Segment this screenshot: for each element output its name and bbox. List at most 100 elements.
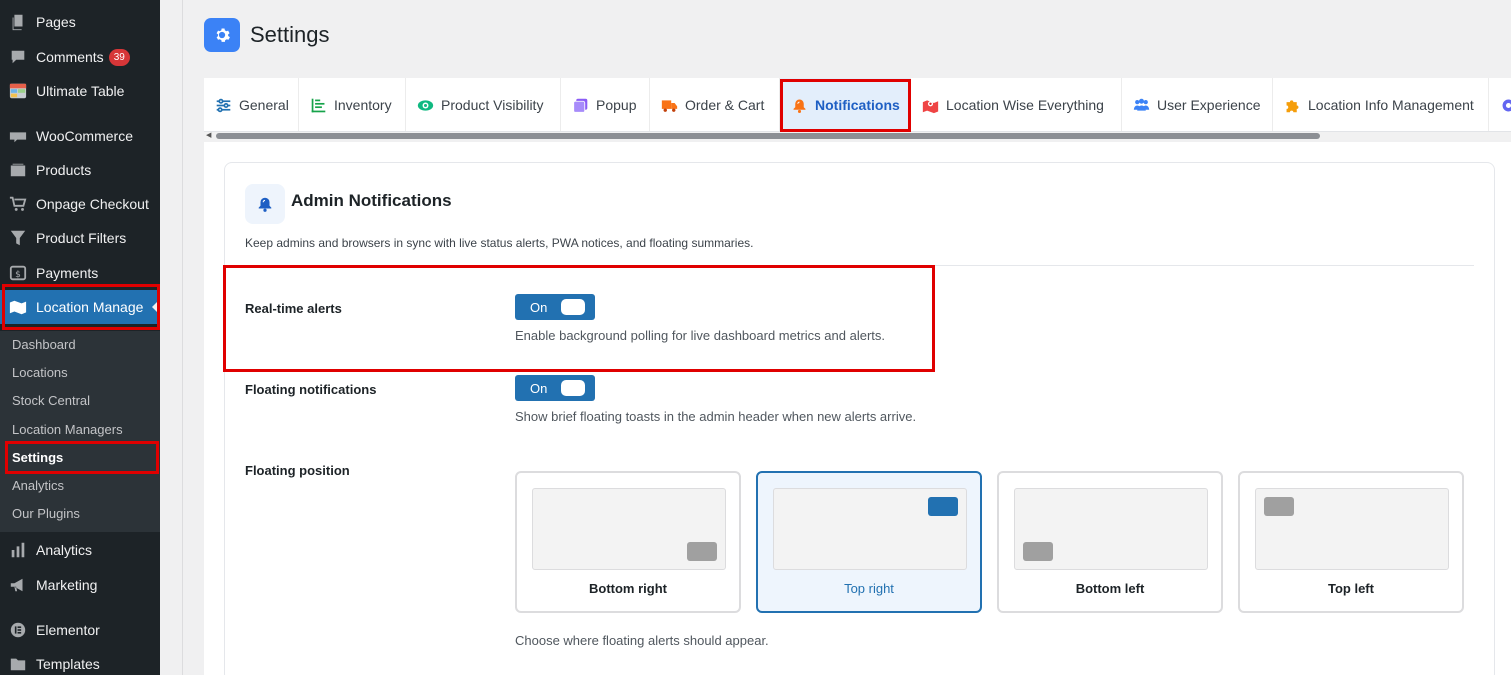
svg-text:$: $ <box>15 270 21 280</box>
scrollbar-thumb[interactable] <box>216 133 1320 139</box>
floating-notifications-toggle[interactable]: On <box>515 375 595 401</box>
position-option-top-right[interactable]: Top right <box>756 471 982 613</box>
tab-location-wise-everything[interactable]: Location Wise Everything <box>911 78 1122 131</box>
eye-icon <box>416 96 434 114</box>
position-label: Bottom right <box>589 581 667 596</box>
submenu-settings[interactable]: Settings <box>12 450 63 465</box>
map-marker-icon <box>921 96 939 114</box>
tab-label: Location Wise Everything <box>946 97 1104 113</box>
submenu-location-managers[interactable]: Location Managers <box>12 422 123 437</box>
toast-preview-chip <box>1023 542 1053 561</box>
filter-icon <box>0 229 36 247</box>
section-description: Keep admins and browsers in sync with li… <box>245 236 754 250</box>
menu-item-payments[interactable]: $ Payments <box>0 256 160 290</box>
menu-item-templates[interactable]: Templates <box>0 647 160 675</box>
tab-order-cart[interactable]: Order & Cart <box>650 78 780 131</box>
tab-label: Location Info Management <box>1308 97 1474 113</box>
comments-count-badge: 39 <box>108 48 130 66</box>
position-label: Top right <box>844 581 894 596</box>
realtime-alerts-help: Enable background polling for live dashb… <box>515 328 885 343</box>
floating-position-help: Choose where floating alerts should appe… <box>515 633 769 648</box>
realtime-alerts-label: Real-time alerts <box>245 301 342 316</box>
submenu-our-plugins[interactable]: Our Plugins <box>12 506 80 521</box>
section-title: Admin Notifications <box>291 191 452 210</box>
menu-item-woocommerce[interactable]: WooCommerce <box>0 119 160 153</box>
submenu-dashboard[interactable]: Dashboard <box>12 337 76 352</box>
menu-item-pages[interactable]: Pages <box>0 5 160 39</box>
menu-item-elementor[interactable]: Elementor <box>0 613 160 647</box>
megaphone-icon <box>0 576 36 594</box>
menu-label: Onpage Checkout <box>36 196 149 212</box>
menu-item-ultimate-table[interactable]: Ultimate Table <box>0 74 160 108</box>
menu-label: Product Filters <box>36 230 127 246</box>
menu-label: Elementor <box>36 622 100 638</box>
tab-label: Notifications <box>815 97 900 113</box>
menu-item-analytics[interactable]: Analytics <box>0 533 160 567</box>
position-preview <box>1255 488 1449 570</box>
tabs-scrollbar[interactable]: ◀ <box>204 132 1511 140</box>
gear-icon <box>204 18 240 52</box>
table-icon <box>0 82 36 100</box>
puzzle-icon <box>1283 96 1301 114</box>
tab-popup[interactable]: Popup <box>561 78 650 131</box>
scroll-left-arrow-icon[interactable]: ◀ <box>206 132 211 140</box>
tab-inventory[interactable]: Inventory <box>299 78 406 131</box>
position-preview <box>532 488 726 570</box>
position-preview <box>773 488 967 570</box>
analytics-icon <box>0 541 36 559</box>
menu-item-product-filters[interactable]: Product Filters <box>0 221 160 255</box>
tab-label: Popup <box>596 97 637 113</box>
menu-label: WooCommerce <box>36 128 133 144</box>
menu-item-comments[interactable]: Comments 39 <box>0 40 160 74</box>
position-option-bottom-right[interactable]: Bottom right <box>515 471 741 613</box>
tab-notifications[interactable]: Notifications <box>780 78 911 131</box>
menu-label: Pages <box>36 14 76 30</box>
pages-icon <box>0 13 36 31</box>
tab-product-visibility[interactable]: Product Visibility <box>406 78 561 131</box>
tab-overflow[interactable] <box>1489 78 1511 131</box>
submenu-analytics[interactable]: Analytics <box>12 478 64 493</box>
floating-position-label: Floating position <box>245 463 350 478</box>
bell-icon <box>790 96 808 114</box>
position-label: Top left <box>1328 581 1374 596</box>
realtime-alerts-toggle[interactable]: On <box>515 294 595 320</box>
position-option-bottom-left[interactable]: Bottom left <box>997 471 1223 613</box>
menu-label: Location Manage <box>36 299 144 315</box>
users-icon <box>1132 96 1150 114</box>
gear-icon <box>1499 96 1511 114</box>
popup-icon <box>571 96 589 114</box>
toggle-state-text: On <box>530 380 548 396</box>
tab-general[interactable]: General <box>204 78 299 131</box>
menu-item-location-manage[interactable]: Location Manage <box>0 290 160 324</box>
menu-item-onpage-checkout[interactable]: Onpage Checkout <box>0 187 160 221</box>
menu-label: Products <box>36 162 92 178</box>
bell-icon <box>245 184 285 224</box>
tab-user-experience[interactable]: User Experience <box>1122 78 1273 131</box>
menu-label: Analytics <box>36 542 93 558</box>
menu-label: Templates <box>36 656 100 672</box>
submenu-stock-central[interactable]: Stock Central <box>12 393 90 408</box>
tab-label: User Experience <box>1157 97 1261 113</box>
submenu-locations[interactable]: Locations <box>12 365 68 380</box>
toast-preview-chip <box>687 542 717 561</box>
elementor-icon <box>0 621 36 639</box>
toast-preview-chip <box>1264 497 1294 516</box>
settings-tabs: General Inventory Product Visibility Pop… <box>204 78 1511 132</box>
current-menu-arrow <box>152 299 160 315</box>
menu-item-products[interactable]: Products <box>0 153 160 187</box>
position-option-top-left[interactable]: Top left <box>1238 471 1464 613</box>
floating-notifications-help: Show brief floating toasts in the admin … <box>515 409 917 424</box>
menu-label: Comments <box>36 49 104 65</box>
menu-item-marketing[interactable]: Marketing <box>0 568 160 602</box>
map-icon <box>0 298 36 316</box>
woocommerce-icon <box>0 127 36 145</box>
products-icon <box>0 161 36 179</box>
position-preview <box>1014 488 1208 570</box>
page-header: Settings <box>204 18 330 52</box>
section-divider <box>245 265 1474 266</box>
folder-icon <box>0 655 36 673</box>
content-divider <box>182 0 183 675</box>
tab-location-info-management[interactable]: Location Info Management <box>1273 78 1489 131</box>
location-manage-submenu: Dashboard Locations Stock Central Locati… <box>0 331 160 532</box>
toggle-knob <box>561 299 585 315</box>
